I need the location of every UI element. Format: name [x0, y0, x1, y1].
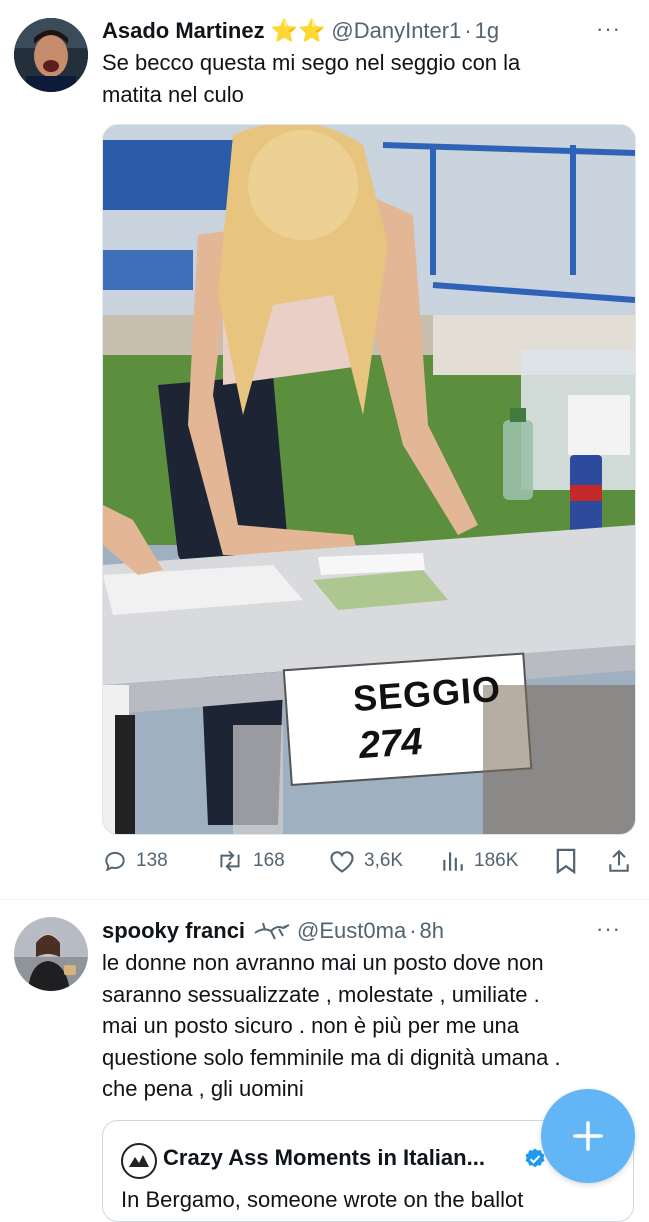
tweet-media-photo[interactable]: SEGGIO 274: [102, 124, 636, 835]
views-icon: [443, 852, 463, 871]
avatar[interactable]: [14, 18, 88, 92]
tweet-text-line: mai un posto sicuro . non è più per me u…: [102, 1013, 520, 1038]
repost-button[interactable]: 168: [215, 843, 285, 879]
views-count: 186K: [474, 850, 519, 871]
reply-icon: [105, 851, 125, 872]
tweet-text-line: le donne non avranno mai un posto dove n…: [102, 950, 544, 975]
tweet-text-line: saranno sessualizzate , molestate , umil…: [102, 981, 540, 1007]
tweet-text-line: matita nel culo: [102, 82, 244, 107]
tweet-text-line: Se becco questa mi sego nel seggio con l…: [102, 50, 521, 75]
more-icon[interactable]: ···: [596, 916, 621, 942]
timestamp[interactable]: 8h: [420, 917, 444, 945]
compose-button[interactable]: [541, 1089, 635, 1183]
user-handle[interactable]: @Eust0ma: [297, 917, 406, 945]
display-name[interactable]: Asado Martinez: [102, 17, 265, 45]
bookmark-icon: [556, 848, 576, 875]
more-icon[interactable]: ···: [596, 16, 621, 42]
tweet-text: le donne non avranno mai un posto dove n…: [102, 947, 561, 1105]
star-emoji: ⭐⭐: [270, 18, 326, 43]
quoted-text: In Bergamo, someone wrote on the ballot: [121, 1187, 524, 1212]
display-name[interactable]: spooky franci: [102, 917, 245, 945]
timestamp[interactable]: 1g: [475, 17, 499, 45]
tweet-1[interactable]: Asado Martinez ⭐⭐ @DanyInter1 · 1g ··· S…: [0, 0, 649, 900]
reply-count: 138: [136, 850, 168, 871]
like-count: 3,6K: [364, 850, 404, 871]
tweet-text-line: questione solo femminile ma di dignità u…: [102, 1044, 561, 1070]
repost-count: 168: [253, 850, 285, 871]
bookmark-button[interactable]: [554, 843, 586, 879]
reply-button[interactable]: 138: [102, 843, 168, 879]
tweet-header: spooky franci @Eust0ma · 8h: [102, 917, 444, 945]
quoted-account-name: Crazy Ass Moments in Italian...: [163, 1145, 485, 1170]
user-handle[interactable]: @DanyInter1: [331, 17, 461, 45]
separator: ·: [409, 918, 417, 943]
tweet-text-line: che pena , gli uomini: [102, 1076, 304, 1101]
avatar-image: [14, 18, 88, 92]
share-button[interactable]: [606, 843, 640, 879]
views-button[interactable]: 186K: [440, 843, 518, 879]
share-icon: [609, 849, 629, 872]
compose-icon: [573, 1121, 603, 1151]
repost-icon: [220, 850, 240, 872]
quoted-avatar: [121, 1143, 157, 1179]
tweet-text: Se becco questa mi sego nel seggio con l…: [102, 47, 520, 111]
tweet-header: Asado Martinez ⭐⭐ @DanyInter1 · 1g: [102, 17, 499, 45]
separator: ·: [464, 18, 472, 43]
avatar[interactable]: [14, 917, 88, 991]
avatar-image: [14, 917, 88, 991]
tweet-actions: 138 168 3,6K 186K: [102, 843, 632, 879]
like-button[interactable]: 3,6K: [328, 843, 403, 879]
lizard-emoji-icon: [253, 919, 291, 943]
sign-number: 274: [357, 720, 424, 768]
like-icon: [330, 851, 354, 873]
